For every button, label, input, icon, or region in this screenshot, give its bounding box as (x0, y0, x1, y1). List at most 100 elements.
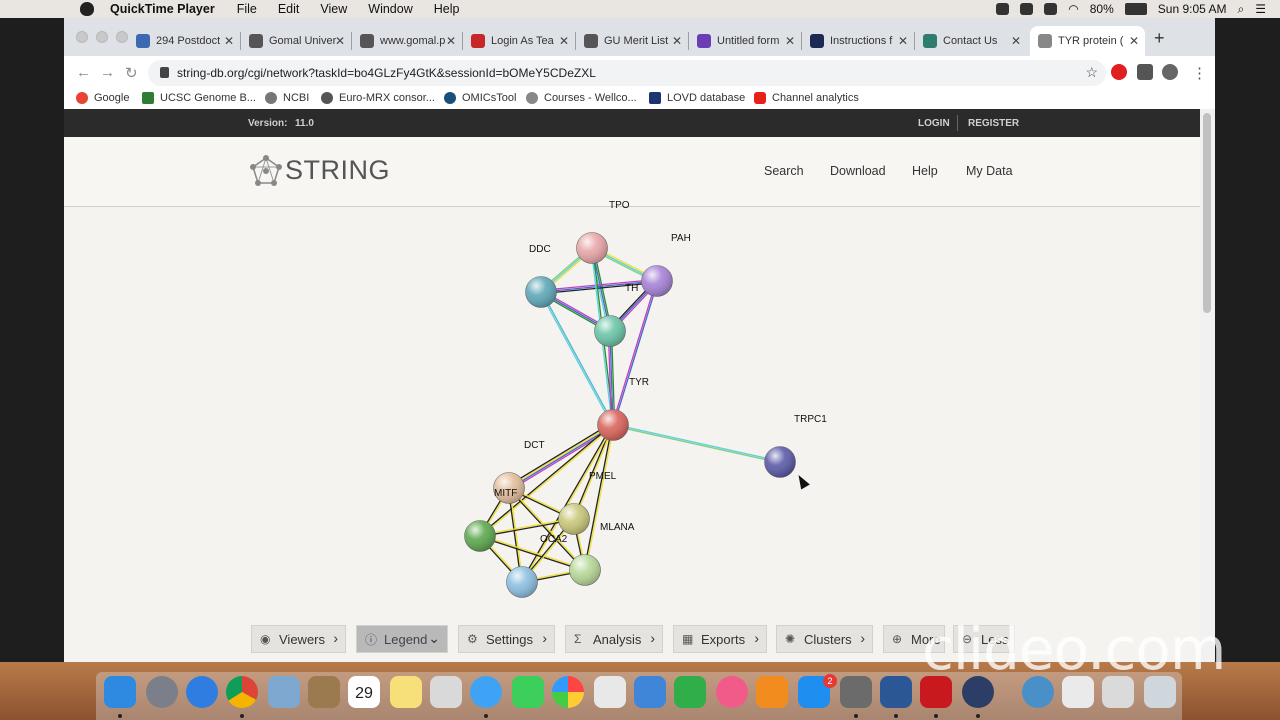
close-icon[interactable]: ✕ (785, 34, 795, 48)
menu-window[interactable]: Window (368, 2, 412, 16)
textedit-icon[interactable] (594, 676, 626, 708)
photos-icon[interactable] (552, 676, 584, 708)
running-indicator (240, 714, 244, 718)
bookmark-lovd[interactable]: LOVD database (649, 92, 745, 104)
opera-extension-icon[interactable] (1111, 64, 1127, 80)
browser-window: 294 Postdoct ✕ Gomal Univer ✕ www.gomal.p ✕… (64, 18, 1215, 662)
word-icon[interactable] (880, 676, 912, 708)
star-icon[interactable]: ☆ (1085, 64, 1098, 81)
system-preferences-icon[interactable] (840, 676, 872, 708)
facetime-icon[interactable] (512, 676, 544, 708)
network-node-trpc1[interactable]: TRPC1 (764, 414, 828, 478)
page-scrollbar[interactable] (1200, 109, 1215, 662)
reminders-icon[interactable] (430, 676, 462, 708)
record-icon[interactable] (996, 3, 1010, 15)
close-icon[interactable]: ✕ (224, 34, 234, 48)
status-icon[interactable] (1044, 3, 1058, 15)
network-node-ddc[interactable]: DDC (525, 244, 557, 308)
tab-1[interactable]: 294 Postdoct ✕ (128, 26, 240, 56)
spotlight-icon[interactable]: ⌕ (1238, 2, 1245, 17)
close-icon[interactable]: ✕ (672, 34, 682, 48)
tab-4[interactable]: Login As Tea ✕ (463, 26, 575, 56)
finder-icon[interactable] (104, 676, 136, 708)
bookmark-ucsc[interactable]: UCSC Genome B... (142, 92, 256, 104)
forward-icon[interactable]: → (100, 64, 115, 81)
more-menu-icon[interactable]: ⋮ (1192, 64, 1207, 82)
clusters-button[interactable]: ✺ Clusters › (776, 625, 873, 653)
apple-icon[interactable] (80, 2, 94, 16)
new-tab-button[interactable]: + (1154, 28, 1165, 49)
tab-active[interactable]: TYR protein (✕ (1030, 26, 1145, 56)
numbers-icon[interactable] (674, 676, 706, 708)
books-icon[interactable] (756, 676, 788, 708)
calendar-day: 29 (355, 685, 373, 702)
menu-app-name[interactable]: QuickTime Player (110, 2, 215, 16)
profile-avatar[interactable] (1162, 64, 1178, 80)
node-label: PAH (671, 233, 691, 244)
menu-view[interactable]: View (320, 2, 347, 16)
clock[interactable]: Sun 9:05 AM (1158, 2, 1227, 16)
preview-icon[interactable] (268, 676, 300, 708)
network-edge-tyr-trpc1[interactable] (612, 425, 780, 464)
tab-6[interactable]: Untitled form ✕ (689, 26, 801, 56)
tab-2[interactable]: Gomal Univer ✕ (241, 26, 351, 56)
safari-icon[interactable] (186, 676, 218, 708)
close-icon[interactable]: ✕ (446, 34, 456, 48)
scrollbar-thumb[interactable] (1203, 113, 1211, 313)
menu-list-icon[interactable]: ☰ (1255, 2, 1266, 16)
battery-icon[interactable] (1124, 3, 1147, 15)
back-icon[interactable]: ← (76, 64, 91, 81)
settings-button[interactable]: ⚙ Settings › (458, 625, 555, 653)
tab-3[interactable]: www.gomal.p ✕ (352, 26, 462, 56)
address-bar[interactable]: string-db.org/cgi/network?taskId=bo4GLzF… (148, 60, 1106, 86)
network-node-pah[interactable]: PAH (641, 233, 691, 297)
bookmark-channel-analytics[interactable]: Channel analytics (754, 92, 859, 104)
bookmark-courses[interactable]: Courses - Wellco... (526, 92, 637, 104)
bookmark-euro-mrx[interactable]: Euro-MRX consor... (321, 92, 435, 104)
messages-icon[interactable] (470, 676, 502, 708)
wifi-icon[interactable]: ◠ (1068, 2, 1078, 16)
close-icon[interactable]: ✕ (898, 34, 908, 48)
url-text[interactable]: string-db.org/cgi/network?taskId=bo4GLzF… (177, 66, 596, 80)
protein-network-graph[interactable]: TPO DDC PAH TH TYR TRPC1 DCT PMEL MITF MLANA OCA2 (64, 109, 1200, 662)
battery-percent[interactable]: 80% (1090, 2, 1114, 16)
running-indicator (894, 714, 898, 718)
close-icon[interactable]: ✕ (1011, 34, 1021, 48)
legend-button[interactable]: ⓘ Legend ⌄ (356, 625, 448, 653)
launchpad-icon[interactable] (146, 676, 178, 708)
info-icon: ⓘ (365, 632, 378, 647)
analysis-label: Analysis (593, 631, 642, 647)
menu-edit[interactable]: Edit (278, 2, 300, 16)
tab-5[interactable]: GU Merit List ✕ (576, 26, 688, 56)
music-icon[interactable] (716, 676, 748, 708)
analysis-button[interactable]: Σ Analysis › (565, 625, 663, 653)
tab-7[interactable]: Instructions f ✕ (802, 26, 914, 56)
dropbox-icon[interactable] (1020, 3, 1034, 15)
menu-file[interactable]: File (237, 2, 257, 16)
close-icon[interactable]: ✕ (1129, 34, 1139, 48)
close-icon[interactable]: ✕ (335, 34, 345, 48)
viewers-button[interactable]: ◉ Viewers › (251, 625, 346, 653)
chrome-icon[interactable] (226, 676, 258, 708)
keynote-icon[interactable] (634, 676, 666, 708)
chevron-right-icon: › (542, 630, 547, 646)
network-edge-tyr-trpc1[interactable] (613, 423, 781, 462)
notes-icon[interactable] (390, 676, 422, 708)
zoom-window-button[interactable] (116, 31, 128, 43)
minimize-window-button[interactable] (96, 31, 108, 43)
network-node-tpo[interactable]: TPO (576, 200, 630, 264)
chevron-right-icon: › (754, 630, 759, 646)
close-icon[interactable]: ✕ (559, 34, 569, 48)
reload-icon[interactable]: ↻ (125, 64, 138, 82)
bookmark-omicstool[interactable]: OMICsTool (444, 92, 516, 104)
calendar-icon[interactable]: 29 (348, 676, 380, 708)
bookmark-ncbi[interactable]: NCBI (265, 92, 309, 104)
extensions-icon[interactable] (1137, 64, 1153, 80)
exports-button[interactable]: ▦ Exports › (673, 625, 767, 653)
contacts-icon[interactable] (308, 676, 340, 708)
tab-favicon (1038, 34, 1052, 48)
bookmark-google[interactable]: Google (76, 92, 129, 104)
close-window-button[interactable] (76, 31, 88, 43)
tab-8[interactable]: Contact Us ✕ (915, 26, 1027, 56)
menu-help[interactable]: Help (434, 2, 460, 16)
